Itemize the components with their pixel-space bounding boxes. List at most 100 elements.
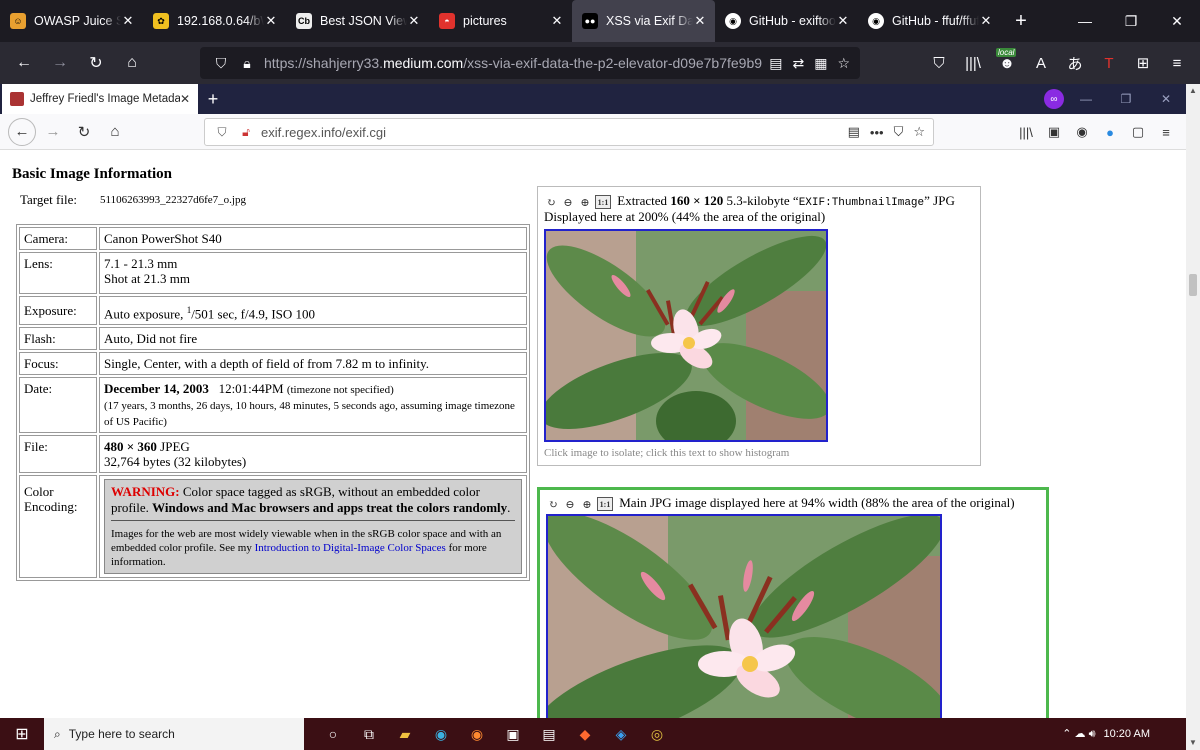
translate-ext-icon[interactable]: A bbox=[1024, 47, 1058, 79]
outer-tab-juice-shop[interactable]: ☺ OWASP Juice Sho ✕ bbox=[0, 0, 143, 42]
firefox-icon[interactable]: ◉ bbox=[462, 720, 492, 748]
bookmark-star-icon[interactable]: ☆ bbox=[837, 55, 850, 72]
outer-url-text[interactable]: https://shahjerry33.medium.com/xss-via-e… bbox=[264, 55, 762, 71]
outer-tab-github-ffuf[interactable]: ◉ GitHub - ffuf/ffuf ✕ bbox=[858, 0, 1001, 42]
outer-tab-github-exiftool[interactable]: ◉ GitHub - exiftool/ ✕ bbox=[715, 0, 858, 42]
zoom-in-icon[interactable]: ⊕ bbox=[580, 497, 594, 511]
inner-new-tab-button[interactable]: + bbox=[198, 84, 228, 114]
task-view-icon[interactable]: ⧉ bbox=[354, 720, 384, 748]
forward-arrow-icon[interactable]: → bbox=[44, 47, 76, 79]
thumbnail-image[interactable] bbox=[544, 229, 828, 442]
close-icon[interactable]: ✕ bbox=[693, 13, 707, 29]
inner-tab-image-metadata[interactable]: Jeffrey Friedl's Image Metadata ✕ bbox=[2, 84, 198, 114]
account-icon[interactable]: ◉ bbox=[1068, 118, 1096, 146]
library-icon[interactable]: |||\ bbox=[956, 47, 990, 79]
private-mask-icon[interactable]: ∞ bbox=[1044, 89, 1064, 109]
chrome-icon[interactable]: ◎ bbox=[642, 720, 672, 748]
lock-icon[interactable]: 🔒︎ bbox=[238, 55, 256, 72]
close-icon[interactable]: ✕ bbox=[407, 13, 421, 29]
outer-tab-bwapp[interactable]: ✿ 192.168.0.64/bWA ✕ bbox=[143, 0, 286, 42]
inner-toolbar-icons: |||\ ▣ ◉ ● ▢ ≡ bbox=[1012, 118, 1180, 146]
rotate-icon[interactable]: ↻ bbox=[546, 497, 560, 511]
tray-icons[interactable]: ⌃ ☁ 🔊︎ bbox=[1062, 727, 1095, 741]
vertical-scrollbar[interactable]: ▲ ▼ bbox=[1186, 84, 1200, 750]
vscode-icon[interactable]: ◈ bbox=[606, 720, 636, 748]
actual-size-icon[interactable]: 1:1 bbox=[597, 497, 613, 512]
inner-url-bar[interactable]: ⛉ 🔓︎ exif.regex.info/exif.cgi ▤ ••• ⛉ ☆ bbox=[204, 118, 934, 146]
translate-ext2-icon[interactable]: あ bbox=[1058, 47, 1092, 79]
shield-icon[interactable]: ⛉ bbox=[212, 55, 230, 72]
sidebar-icon[interactable]: ▣ bbox=[1040, 118, 1068, 146]
zoom-out-icon[interactable]: ⊖ bbox=[563, 497, 577, 511]
close-icon[interactable]: ✕ bbox=[180, 92, 190, 106]
table-row-file: File: 480 × 360 JPEG 32,764 bytes (32 kil… bbox=[19, 435, 527, 474]
shield-icon[interactable]: ⛉ bbox=[213, 125, 231, 140]
bookmark-star-icon[interactable]: ☆ bbox=[913, 124, 925, 140]
windows-start-icon[interactable]: ⊞ bbox=[0, 718, 44, 750]
page-content: Basic Image Information Target file: 511… bbox=[0, 151, 1184, 718]
rotate-icon[interactable]: ↻ bbox=[544, 195, 558, 209]
outer-tab-xss-exif[interactable]: ●● XSS via Exif Data ✕ bbox=[572, 0, 715, 42]
close-icon[interactable]: ✕ bbox=[121, 13, 135, 29]
minimize-icon[interactable]: — bbox=[1066, 84, 1106, 114]
tab-title: Jeffrey Friedl's Image Metadata bbox=[30, 93, 180, 105]
edge-icon[interactable]: ◉ bbox=[426, 720, 456, 748]
more-actions-icon[interactable]: ••• bbox=[870, 125, 884, 140]
inner-url-text[interactable]: exif.regex.info/exif.cgi bbox=[261, 125, 386, 140]
friedl-favicon-icon bbox=[10, 92, 24, 106]
back-arrow-icon[interactable]: ← bbox=[8, 47, 40, 79]
outer-tab-pictures[interactable]: ◓ pictures ✕ bbox=[429, 0, 572, 42]
store-icon[interactable]: ▣ bbox=[498, 720, 528, 748]
forward-arrow-icon[interactable]: → bbox=[39, 118, 67, 146]
scrollbar-thumb[interactable] bbox=[1189, 274, 1197, 296]
back-arrow-icon[interactable]: ← bbox=[8, 117, 36, 146]
burp-icon[interactable]: ◆ bbox=[570, 720, 600, 748]
close-icon[interactable]: ✕ bbox=[836, 13, 850, 29]
scroll-down-icon[interactable]: ▼ bbox=[1186, 736, 1200, 750]
home-icon[interactable]: ⌂ bbox=[101, 118, 129, 146]
reload-icon[interactable]: ↻ bbox=[80, 47, 112, 79]
pocket-icon[interactable]: ⛉ bbox=[922, 47, 956, 79]
menu-icon[interactable]: ≡ bbox=[1152, 118, 1180, 146]
qr-code-icon[interactable]: ▦ bbox=[814, 55, 827, 72]
main-image[interactable] bbox=[546, 514, 942, 718]
thumbnail-caption[interactable]: Click image to isolate; click this text … bbox=[544, 447, 789, 459]
close-window-icon[interactable]: ✕ bbox=[1146, 84, 1186, 114]
extension-local-icon[interactable]: ☻ local bbox=[990, 47, 1024, 79]
notepad-icon[interactable]: ▤ bbox=[534, 720, 564, 748]
extension2-icon[interactable]: ▢ bbox=[1124, 118, 1152, 146]
github-icon: ◉ bbox=[725, 13, 741, 29]
home-icon[interactable]: ⌂ bbox=[116, 47, 148, 79]
menu-icon[interactable]: ≡ bbox=[1160, 47, 1194, 79]
clock[interactable]: 10:20 AM bbox=[1104, 728, 1150, 740]
zoom-out-icon[interactable]: ⊖ bbox=[561, 195, 575, 209]
extension-icon[interactable]: ● bbox=[1096, 118, 1124, 146]
new-tab-button[interactable]: + bbox=[1001, 0, 1041, 42]
restore-icon[interactable]: ❐ bbox=[1106, 84, 1146, 114]
close-icon[interactable]: ✕ bbox=[979, 13, 993, 29]
outer-url-bar[interactable]: ⛉ 🔒︎ https://shahjerry33.medium.com/xss-… bbox=[200, 47, 860, 79]
taskbar-search-placeholder: Type here to search bbox=[68, 727, 175, 741]
translate-icon[interactable]: ⇄ bbox=[792, 55, 804, 72]
reader-view-icon[interactable]: ▤ bbox=[848, 124, 860, 140]
close-icon[interactable]: ✕ bbox=[550, 13, 564, 29]
close-window-icon[interactable]: ✕ bbox=[1154, 0, 1200, 42]
reload-icon[interactable]: ↻ bbox=[70, 118, 98, 146]
minimize-icon[interactable]: — bbox=[1062, 0, 1108, 42]
outer-tab-json-viewer[interactable]: Cb Best JSON Viewer ✕ bbox=[286, 0, 429, 42]
close-icon[interactable]: ✕ bbox=[264, 13, 278, 29]
reader-view-icon[interactable]: ▤ bbox=[769, 55, 782, 72]
cortana-icon[interactable]: ○ bbox=[318, 720, 348, 748]
color-spaces-link[interactable]: Introduction to Digital-Image Color Spac… bbox=[255, 542, 446, 554]
pocket-icon[interactable]: ⛉ bbox=[894, 124, 904, 140]
insecure-lock-icon[interactable]: 🔓︎ bbox=[237, 125, 255, 140]
restore-icon[interactable]: ❐ bbox=[1108, 0, 1154, 42]
scroll-up-icon[interactable]: ▲ bbox=[1186, 84, 1200, 98]
file-explorer-icon[interactable]: ▰ bbox=[390, 720, 420, 748]
zoom-in-icon[interactable]: ⊕ bbox=[578, 195, 592, 209]
actual-size-icon[interactable]: 1:1 bbox=[595, 195, 611, 210]
library-icon[interactable]: |||\ bbox=[1012, 118, 1040, 146]
extensions-icon[interactable]: ⊞ bbox=[1126, 47, 1160, 79]
t-extension-icon[interactable]: T bbox=[1092, 47, 1126, 79]
taskbar-search-input[interactable]: ⌕ Type here to search bbox=[44, 718, 304, 750]
